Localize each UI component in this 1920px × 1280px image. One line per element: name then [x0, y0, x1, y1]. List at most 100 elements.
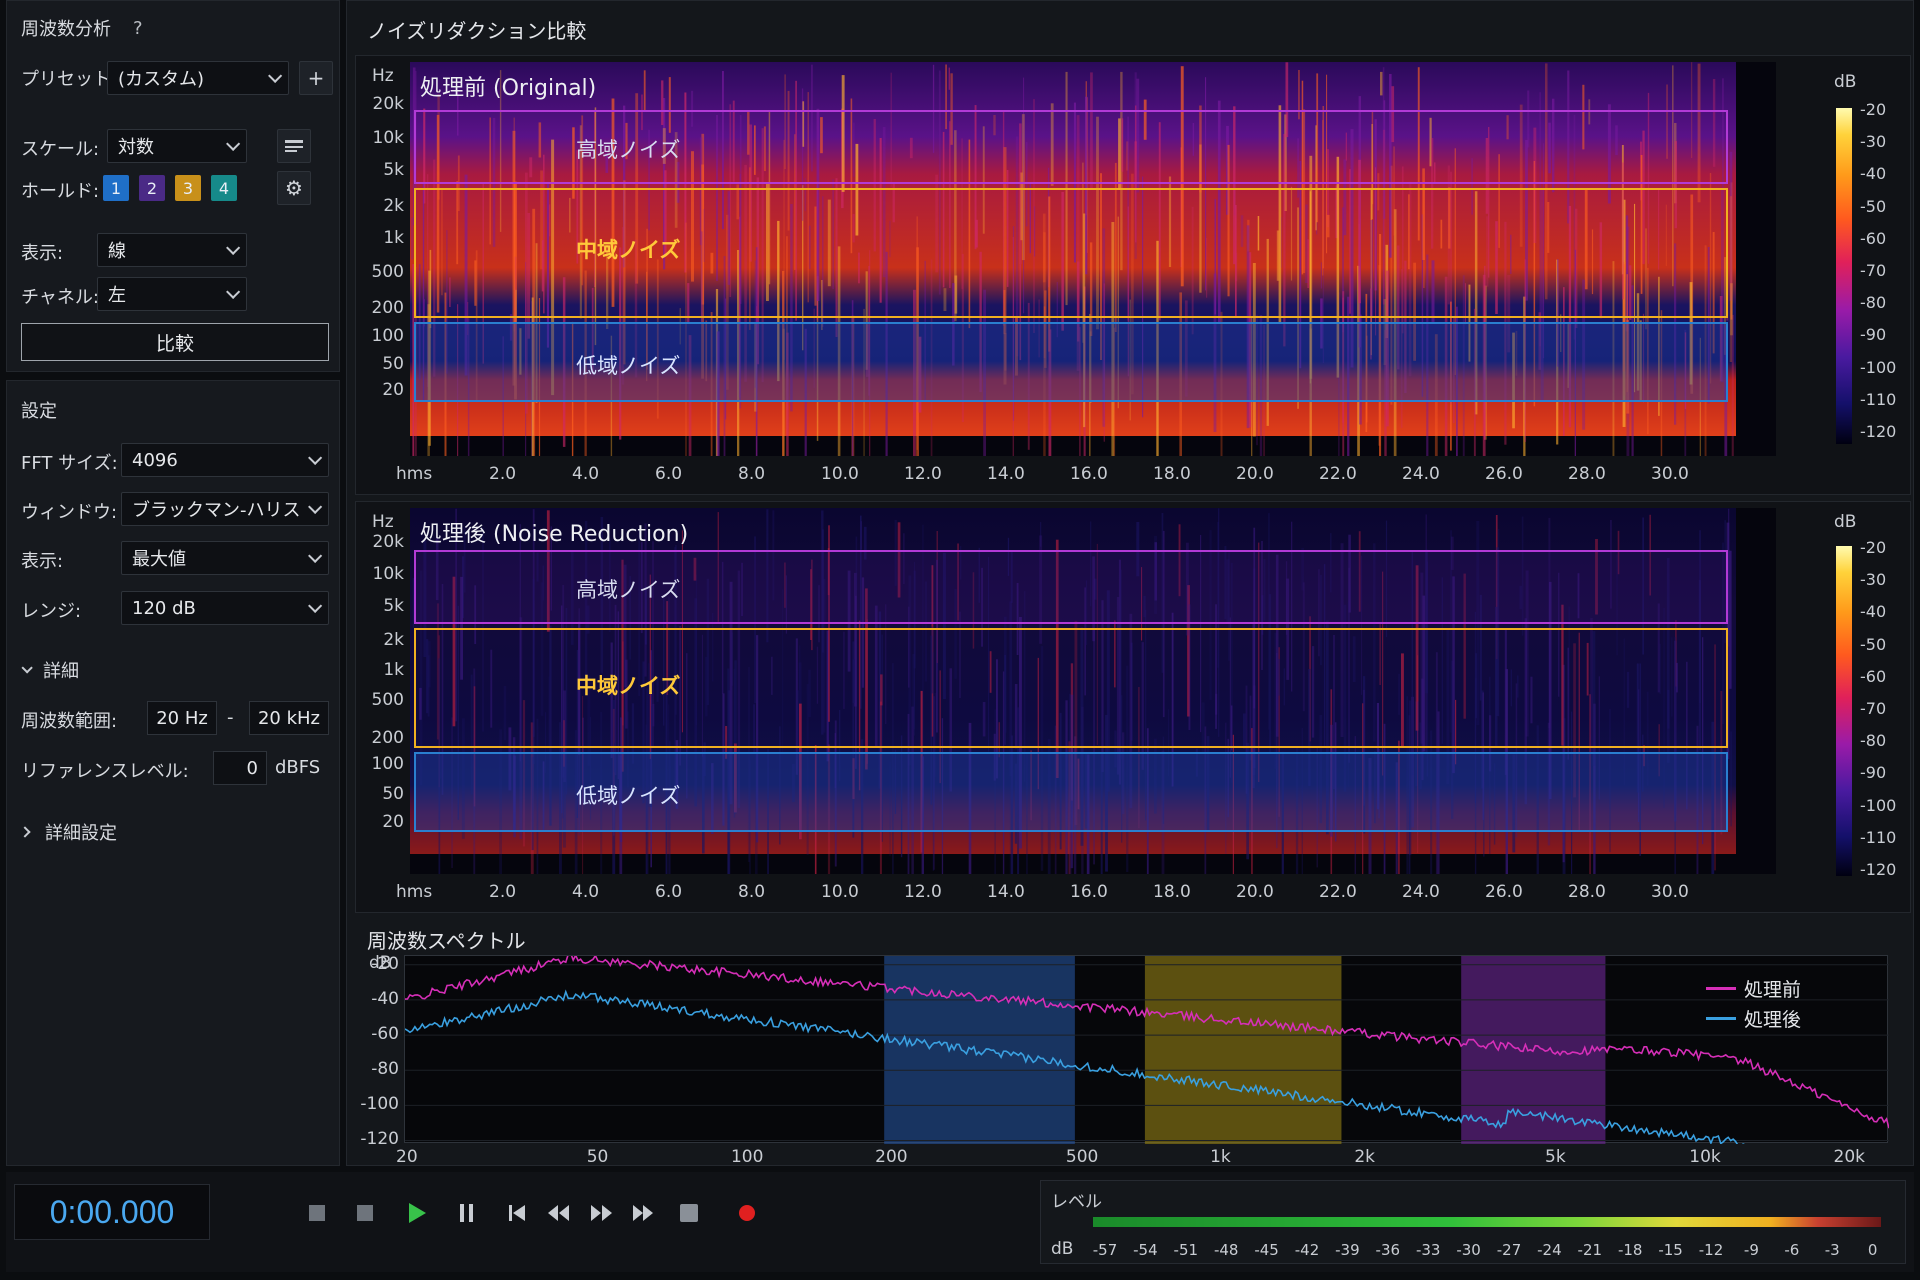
rewind-button[interactable]	[544, 1198, 574, 1228]
left-panel: 周波数分析 ? プリセット: (カスタム) + スケール: 対数 ホールド: 1…	[6, 0, 340, 1166]
spectrogram-original[interactable]: Hz 処理前 (Original) 高域ノイズ 中域ノイズ 低域ノイズ hms …	[355, 55, 1911, 495]
spectrum-graph	[404, 951, 1890, 1209]
colorbar	[1836, 108, 1852, 444]
hold-2-button[interactable]: 2	[139, 175, 165, 201]
freq-tick: 5k	[383, 160, 404, 180]
time-tick: 20.0	[1236, 882, 1274, 902]
spectrum-y-tick: -40	[371, 988, 399, 1009]
time-tick: 12.0	[904, 882, 942, 902]
help-icon[interactable]: ?	[133, 18, 143, 39]
ref-input[interactable]: 0	[213, 751, 267, 785]
skip-start-button[interactable]	[502, 1198, 532, 1228]
compare-button[interactable]: 比較	[21, 323, 329, 361]
colorbar	[1836, 546, 1852, 876]
spectrogram-processed[interactable]: Hz 処理後 (Noise Reduction) 高域ノイズ 中域ノイズ 低域ノ…	[355, 501, 1911, 913]
time-tick: 30.0	[1651, 882, 1689, 902]
pause-button[interactable]	[452, 1198, 482, 1228]
level-tick: -54	[1133, 1241, 1158, 1259]
band-high[interactable]: 高域ノイズ	[414, 550, 1728, 624]
freq-min-input[interactable]: 20 Hz	[147, 701, 217, 735]
colorbar-tick: -40	[1860, 164, 1887, 184]
level-tick: -21	[1577, 1241, 1603, 1259]
time-tick: 10.0	[821, 882, 859, 902]
band-low[interactable]: 低域ノイズ	[414, 322, 1728, 402]
chevron-down-icon	[21, 662, 33, 674]
band-high-label: 高域ノイズ	[576, 578, 681, 602]
scale-select[interactable]: 対数	[107, 129, 247, 163]
hold-4-button[interactable]: 4	[211, 175, 237, 201]
hold-label: ホールド:	[21, 181, 100, 202]
fft-value: 4096	[132, 449, 178, 471]
stop-alt-button[interactable]	[350, 1198, 380, 1228]
freq-max-input[interactable]: 20 kHz	[249, 701, 329, 735]
level-bar	[1093, 1217, 1881, 1227]
fft-select[interactable]: 4096	[121, 443, 329, 477]
hold-3-button[interactable]: 3	[175, 175, 201, 201]
skip-start-icon	[509, 1205, 525, 1221]
time-tick: 8.0	[738, 882, 766, 902]
stop-button[interactable]	[302, 1198, 332, 1228]
channel-select[interactable]: 左	[97, 277, 247, 311]
level-tick: -9	[1743, 1241, 1759, 1259]
add-preset-button[interactable]: +	[299, 61, 333, 95]
level-tick: -27	[1496, 1241, 1522, 1259]
record-button[interactable]	[732, 1198, 762, 1228]
band-low-label: 低域ノイズ	[576, 354, 681, 378]
range-select[interactable]: 120 dB	[121, 591, 329, 625]
band-low[interactable]: 低域ノイズ	[414, 752, 1728, 832]
list-icon	[285, 140, 303, 152]
time-tick: 28.0	[1568, 464, 1606, 484]
advanced-toggle[interactable]: 詳細設定	[19, 819, 117, 845]
skip-end-button[interactable]	[628, 1198, 658, 1228]
loop-button[interactable]	[674, 1198, 704, 1228]
transport-bar: 0:00.000 レベル dB -57 -54 -51 -48 -45 -42 -39 -36…	[6, 1172, 1914, 1272]
spectrum-legend: 処理前 処理後	[1705, 973, 1801, 1033]
colorbar-tick: -110	[1860, 389, 1897, 409]
spectrum-x-tick: 100	[730, 1147, 764, 1167]
level-unit: dB	[1051, 1239, 1074, 1259]
play-button[interactable]	[402, 1198, 432, 1228]
stop-icon	[680, 1204, 698, 1222]
band-high[interactable]: 高域ノイズ	[414, 110, 1728, 184]
preset-select[interactable]: (カスタム)	[107, 61, 289, 95]
chevron-down-icon	[308, 548, 323, 563]
window-select[interactable]: ブラックマン-ハリス	[121, 492, 329, 526]
band-mid[interactable]: 中域ノイズ	[414, 188, 1728, 318]
freq-tick: 20	[382, 380, 404, 400]
level-tick: -45	[1254, 1241, 1279, 1259]
spectrum-x-tick: 500	[1065, 1147, 1099, 1167]
colorbar-tick: -100	[1860, 795, 1897, 815]
freq-tick: 10k	[372, 564, 404, 584]
spectrum-y-tick: -20	[371, 953, 399, 974]
freq-tick: 20k	[372, 532, 404, 552]
view-options-button[interactable]	[277, 129, 311, 163]
time-tick: 2.0	[489, 464, 517, 484]
level-meter: レベル dB -57 -54 -51 -48 -45 -42 -39 -36 -33 -30 -27…	[1040, 1180, 1906, 1264]
spectrum-title: 周波数スペクトル	[367, 929, 526, 953]
spectrum-plot[interactable]	[404, 951, 1890, 1209]
db-unit-label: dB	[1834, 72, 1857, 92]
time-tick: 8.0	[738, 464, 766, 484]
scale-label: スケール:	[21, 139, 100, 160]
skip-end-icon	[633, 1205, 653, 1221]
spectrogram-plot[interactable]: 処理後 (Noise Reduction) 高域ノイズ 中域ノイズ 低域ノイズ	[410, 508, 1776, 874]
time-tick: 24.0	[1402, 464, 1440, 484]
band-mid[interactable]: 中域ノイズ	[414, 628, 1728, 748]
settings-title: 設定	[21, 401, 57, 422]
detail-toggle[interactable]: 詳細	[21, 657, 79, 683]
display-select[interactable]: 線	[97, 233, 247, 267]
spectrogram-plot[interactable]: 処理前 (Original) 高域ノイズ 中域ノイズ 低域ノイズ	[410, 62, 1776, 456]
show-select[interactable]: 最大値	[121, 541, 329, 575]
gear-button[interactable]: ⚙	[277, 171, 311, 205]
scale-value: 対数	[118, 137, 154, 158]
band-highlight[interactable]	[1144, 956, 1342, 1144]
time-tick: 26.0	[1485, 882, 1523, 902]
fast-forward-button[interactable]	[586, 1198, 616, 1228]
time-tick: 14.0	[987, 882, 1025, 902]
hold-1-button[interactable]: 1	[103, 175, 129, 201]
band-highlight[interactable]	[884, 956, 1075, 1144]
show-label: 表示:	[21, 551, 64, 572]
freq-tick: 200	[371, 728, 404, 748]
colorbar-tick: -80	[1860, 293, 1887, 313]
time-tick: 18.0	[1153, 464, 1191, 484]
